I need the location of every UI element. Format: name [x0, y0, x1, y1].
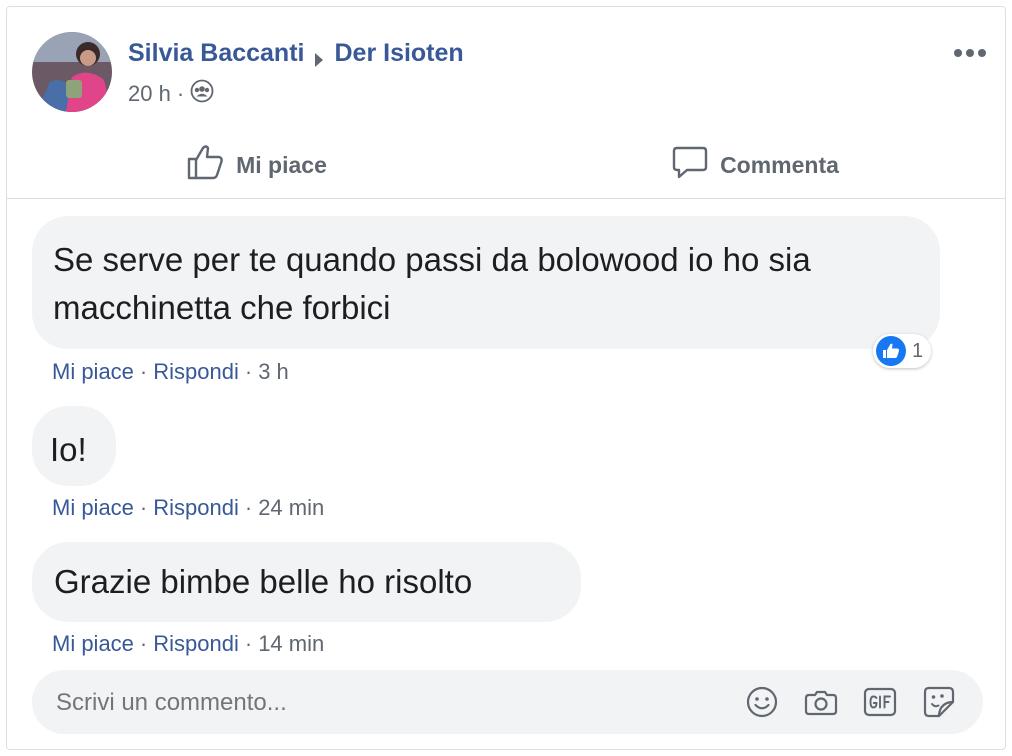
- comment-actions: Mi piace · Rispondi · 14 min: [52, 631, 324, 657]
- comment-bubble: Se serve per te quando passi da bolowood…: [32, 216, 940, 349]
- comment-like-link[interactable]: Mi piace: [52, 495, 134, 521]
- camera-icon[interactable]: [803, 684, 839, 720]
- comment-actions: Mi piace · Rispondi · 24 min: [52, 495, 324, 521]
- dot-separator: ·: [244, 495, 253, 520]
- comment-text: Grazie bimbe belle ho risolto: [54, 563, 473, 600]
- comment-bubble: Grazie bimbe belle ho risolto: [32, 542, 581, 622]
- like-button-label: Mi piace: [236, 151, 327, 178]
- post-header: Silvia Baccanti Der Isioten: [128, 39, 464, 68]
- comment-time[interactable]: 24 min: [258, 495, 324, 521]
- dot-separator: ·: [139, 359, 148, 384]
- comment-text: Se serve per te quando passi da bolowood…: [53, 241, 811, 326]
- comment-reply-link[interactable]: Rispondi: [153, 631, 239, 657]
- comment-icon: [672, 145, 708, 185]
- dot-separator: ·: [244, 631, 253, 656]
- composer-icons: [744, 684, 957, 720]
- comment-actions: Mi piace · Rispondi · 3 h: [52, 359, 289, 385]
- comment-button-label: Commenta: [720, 151, 839, 178]
- comment-composer: [32, 670, 983, 736]
- comment-reply-link[interactable]: Rispondi: [153, 495, 239, 521]
- post-time[interactable]: 20 h: [128, 81, 171, 107]
- group-icon[interactable]: [190, 79, 214, 109]
- dot-separator: ·: [244, 359, 253, 384]
- post-actions: Mi piace Commenta: [7, 132, 1005, 199]
- post-card: Silvia Baccanti Der Isioten 20 h · Mi pi…: [6, 6, 1006, 750]
- reaction-badge[interactable]: 1: [873, 334, 932, 368]
- comment-time[interactable]: 3 h: [258, 359, 289, 385]
- comment-text: Io!: [50, 431, 87, 468]
- group-name[interactable]: Der Isioten: [334, 39, 463, 68]
- comment-input[interactable]: [54, 670, 738, 736]
- thumbs-up-icon: [186, 144, 224, 186]
- author-avatar[interactable]: [32, 32, 112, 112]
- dot-separator: ·: [139, 631, 148, 656]
- caret-right-icon: [314, 46, 324, 67]
- like-button[interactable]: Mi piace: [7, 132, 506, 198]
- comment-bubble: Io!: [32, 406, 116, 486]
- comment-like-link[interactable]: Mi piace: [52, 631, 134, 657]
- meta-separator: ·: [176, 81, 185, 106]
- comment-reply-link[interactable]: Rispondi: [153, 359, 239, 385]
- author-name[interactable]: Silvia Baccanti: [128, 39, 304, 68]
- like-reaction-icon: [876, 336, 906, 366]
- reaction-count: 1: [912, 339, 924, 362]
- dot-separator: ·: [139, 495, 148, 520]
- post-meta: 20 h ·: [128, 79, 214, 109]
- comment-like-link[interactable]: Mi piace: [52, 359, 134, 385]
- more-options-icon[interactable]: [953, 45, 987, 57]
- gif-icon[interactable]: [862, 684, 898, 720]
- emoji-icon[interactable]: [744, 684, 780, 720]
- comment-button[interactable]: Commenta: [506, 132, 1005, 198]
- comment-time[interactable]: 14 min: [258, 631, 324, 657]
- sticker-icon[interactable]: [921, 684, 957, 720]
